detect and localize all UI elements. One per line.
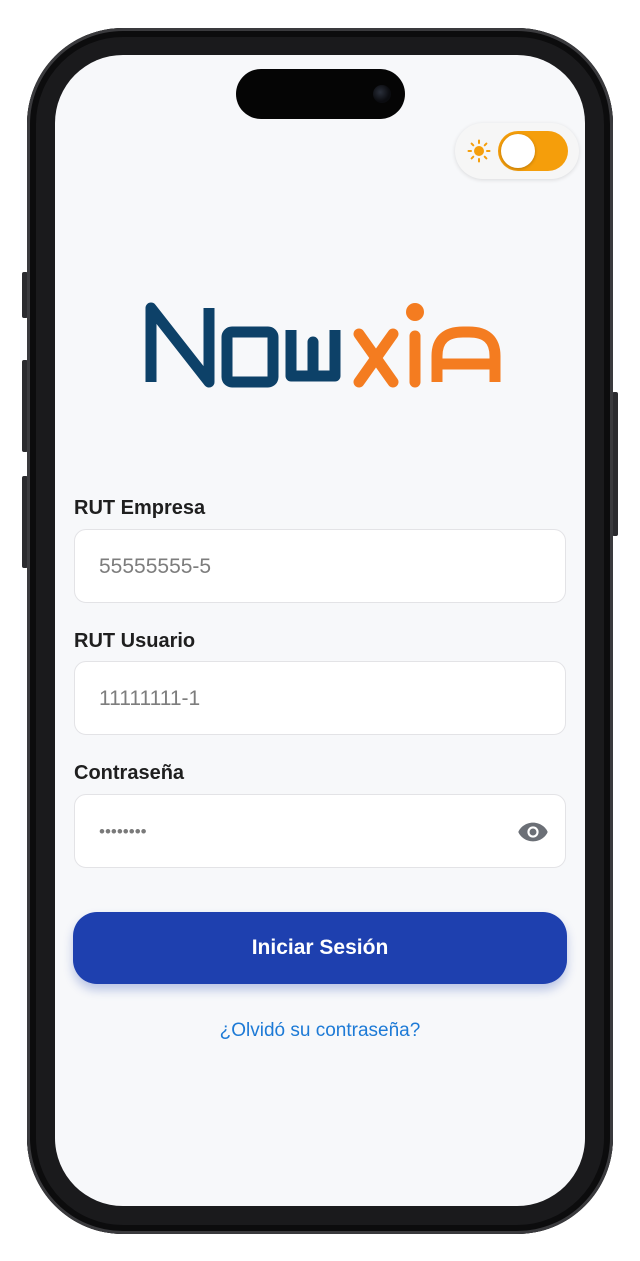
user-rut-field[interactable] (74, 661, 566, 736)
camera-icon (373, 85, 391, 103)
nowxia-logo (145, 302, 501, 388)
theme-toggle[interactable] (455, 123, 579, 179)
app-screen: RUT Empresa RUT Usuario Contraseña Inici… (55, 55, 585, 1206)
forgot-password-link[interactable]: ¿Olvidó su contraseña? (55, 1020, 585, 1042)
user-rut-label: RUT Usuario (74, 630, 196, 652)
company-rut-label: RUT Empresa (74, 497, 206, 519)
password-field[interactable] (74, 794, 566, 869)
switch-knob (501, 134, 535, 168)
theme-switch[interactable] (498, 131, 568, 171)
company-rut-input[interactable] (97, 530, 501, 604)
user-rut-input[interactable] (97, 662, 501, 736)
password-input[interactable] (97, 795, 501, 869)
login-button[interactable]: Iniciar Sesión (73, 912, 567, 984)
password-label: Contraseña (74, 762, 185, 784)
company-rut-field[interactable] (74, 529, 566, 604)
eye-icon[interactable] (517, 816, 549, 848)
sun-icon (467, 139, 491, 163)
dynamic-island (236, 69, 405, 119)
